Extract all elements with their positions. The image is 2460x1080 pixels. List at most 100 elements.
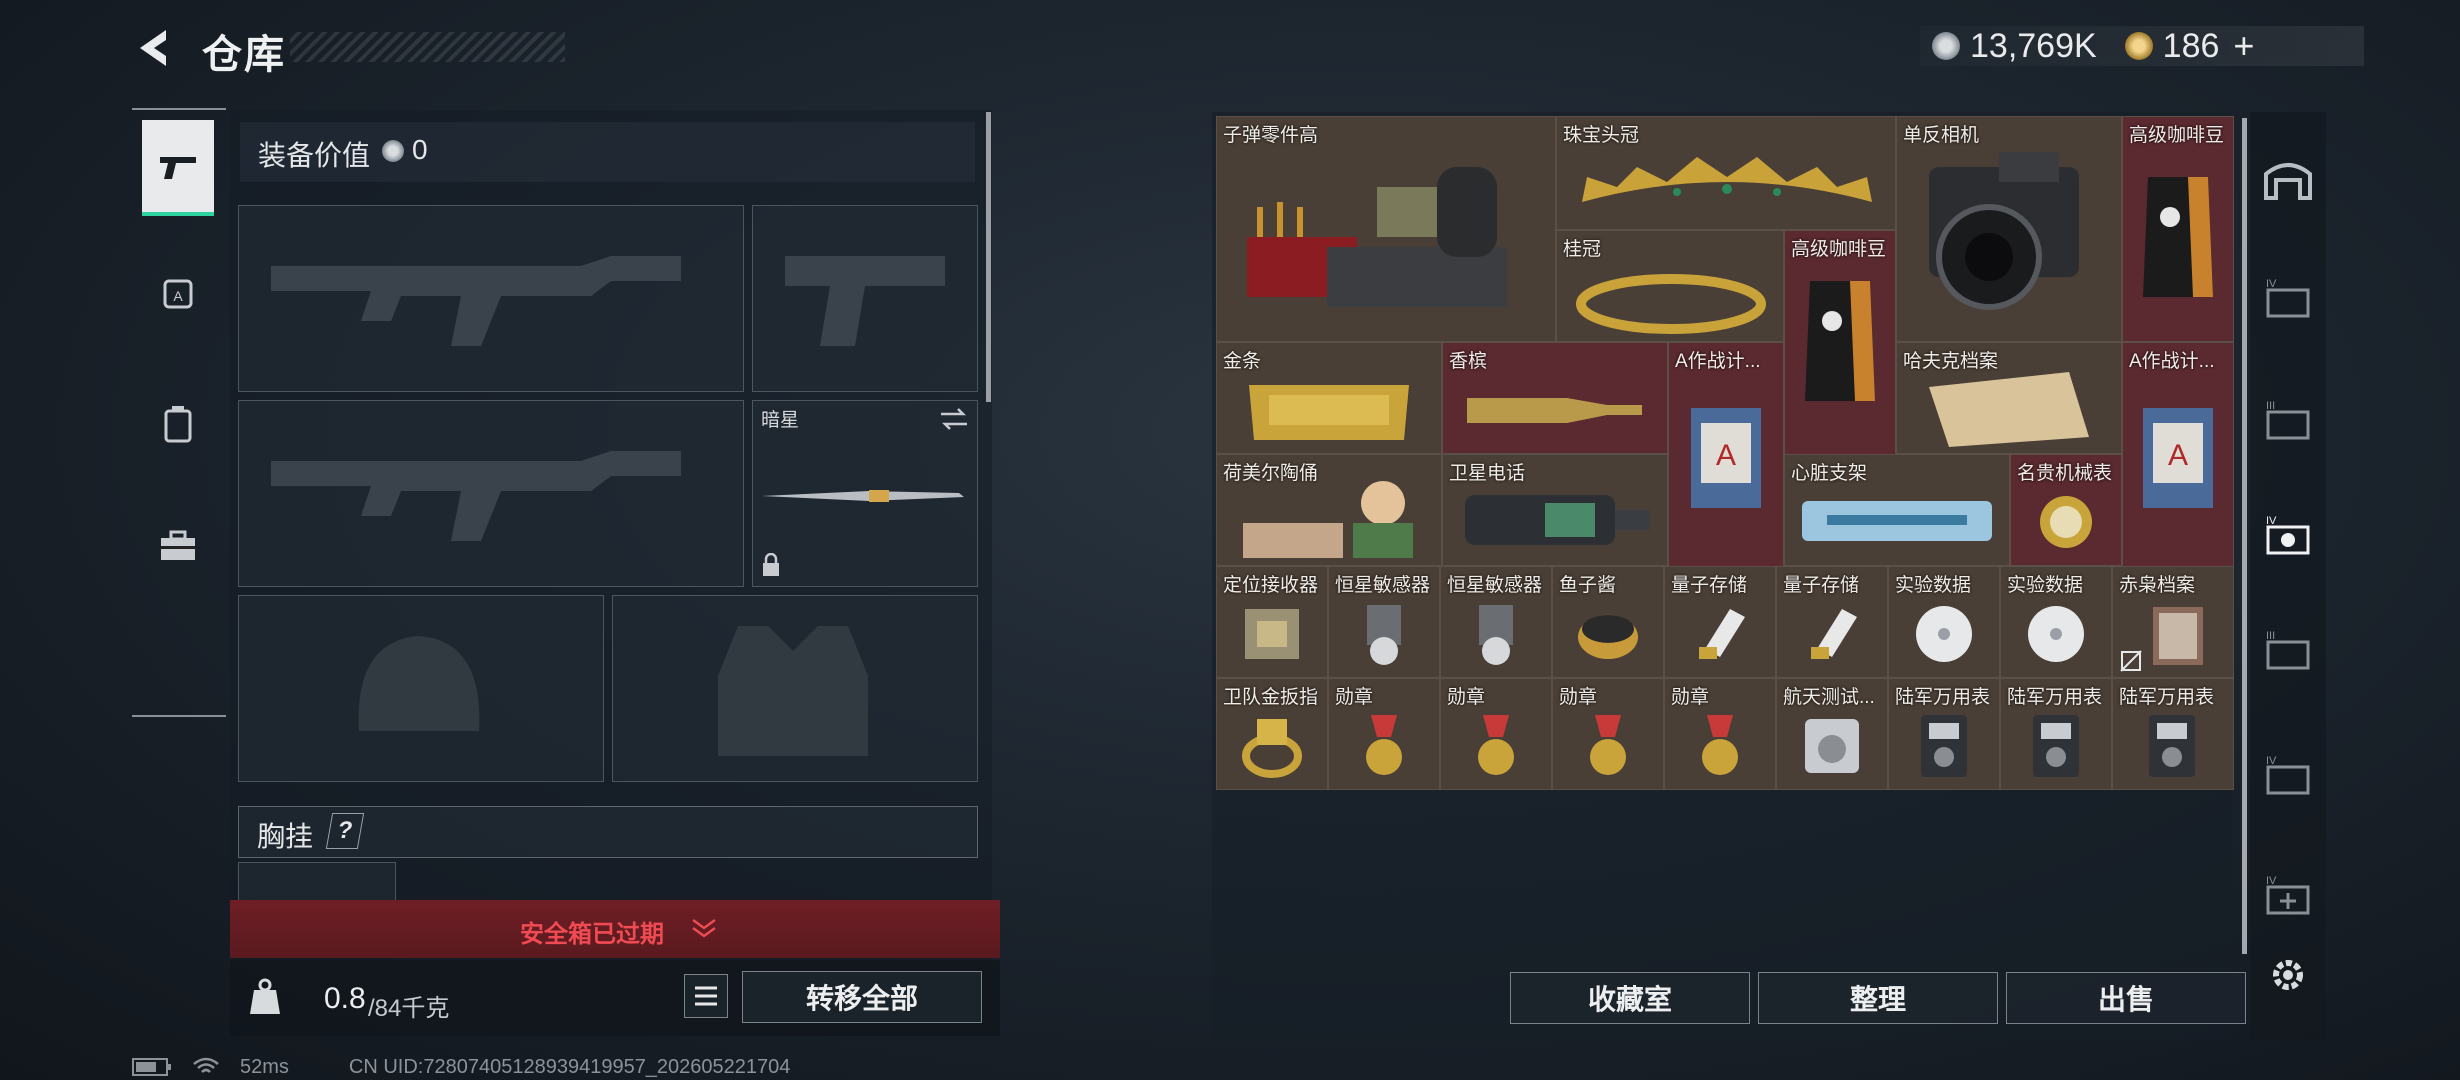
tab-stash-iii-2[interactable]: III — [2258, 620, 2318, 680]
item-jewel-crown[interactable]: 珠宝头冠 — [1556, 116, 1896, 230]
item-gps-receiver[interactable]: 定位接收器 — [1216, 566, 1328, 678]
chest-rig-slot[interactable]: 胸挂 ? — [238, 806, 978, 858]
item-plan-a[interactable]: A作战计... A — [1668, 342, 1784, 568]
tab-all-stash[interactable] — [2258, 150, 2318, 210]
item-aerospace-test[interactable]: 航天测试... — [1776, 678, 1888, 790]
item-luxury-watch[interactable]: 名贵机械表 — [2010, 454, 2122, 566]
crown-icon — [1582, 157, 1872, 202]
item-experiment-data-2[interactable]: 实验数据 — [2000, 566, 2112, 678]
helmet-silhouette-icon — [358, 636, 480, 731]
item-army-multimeter-3[interactable]: 陆军万用表 — [2112, 678, 2234, 790]
tab-toolbox[interactable] — [142, 500, 214, 592]
tab-backpack[interactable] — [142, 378, 214, 470]
tab-stash-iv-active[interactable]: IV — [2258, 505, 2318, 565]
svg-text:IV: IV — [2266, 278, 2277, 290]
equipment-sidebar: A — [132, 108, 226, 717]
item-medal-3[interactable]: 勋章 — [1552, 678, 1664, 790]
item-medal[interactable]: 勋章 — [1328, 678, 1440, 790]
add-storage-icon: IV — [2266, 875, 2310, 915]
item-plan-a-2[interactable]: A作战计... A — [2122, 342, 2234, 568]
swap-icon[interactable] — [939, 407, 969, 431]
storage-iii-icon: III — [2266, 630, 2310, 670]
item-star-sensor-2[interactable]: 恒星敏感器 — [1440, 566, 1552, 678]
knife-icon — [761, 490, 964, 502]
tab-add-stash[interactable]: IV — [2258, 865, 2318, 925]
melee-name: 暗星 — [761, 410, 800, 431]
equipment-scrollbar[interactable] — [986, 112, 991, 402]
item-haavk-files[interactable]: 哈夫克档案 — [1896, 342, 2122, 454]
item-dslr-camera[interactable]: 单反相机 — [1896, 116, 2122, 342]
armor-slot[interactable] — [612, 595, 978, 782]
add-token-icon[interactable]: + — [2233, 25, 2254, 67]
chest-rig-sub-slot[interactable] — [238, 862, 396, 904]
item-premium-coffee[interactable]: 高级咖啡豆 — [2122, 116, 2234, 342]
secondary-weapon-slot[interactable] — [238, 400, 744, 587]
back-arrow-icon[interactable] — [132, 26, 176, 70]
token-amount: 186 — [2162, 26, 2220, 65]
help-icon[interactable]: ? — [325, 813, 365, 849]
organize-button[interactable]: 整理 — [1758, 972, 1998, 1024]
item-satellite-phone[interactable]: 卫星电话 — [1442, 454, 1668, 566]
sell-button[interactable]: 出售 — [2006, 972, 2246, 1024]
item-quantum-storage[interactable]: 量子存储 — [1664, 566, 1776, 678]
item-experiment-data[interactable]: 实验数据 — [1888, 566, 2000, 678]
item-medal-4[interactable]: 勋章 — [1664, 678, 1776, 790]
storage-iv-icon: IV — [2266, 755, 2310, 795]
list-view-button[interactable] — [684, 974, 728, 1018]
tab-stash-iii-1[interactable]: III — [2258, 390, 2318, 450]
equipment-value: 0 — [412, 134, 428, 165]
item-guard-gold-ring[interactable]: 卫队金扳指 — [1216, 678, 1328, 790]
token-icon — [2124, 32, 2153, 60]
document-icon: A — [1691, 408, 1761, 508]
safebox-expired-text: 安全箱已过期 — [520, 921, 664, 948]
item-star-sensor[interactable]: 恒星敏感器 — [1328, 566, 1440, 678]
document-icon: A — [2143, 408, 2213, 508]
item-caviar[interactable]: 鱼子酱 — [1552, 566, 1664, 678]
item-heart-stent[interactable]: 心脏支架 — [1784, 454, 2010, 566]
item-quantum-storage-2[interactable]: 量子存储 — [1776, 566, 1888, 678]
page-title: 仓库 — [202, 33, 286, 77]
pistol-icon — [160, 157, 196, 179]
item-bullet-parts[interactable]: 子弹零件高 — [1216, 116, 1556, 342]
transfer-all-button[interactable]: 转移全部 — [742, 971, 982, 1023]
vest-icon: A — [163, 279, 193, 309]
melee-slot[interactable]: 暗星 — [752, 400, 978, 587]
rifle-silhouette-icon — [271, 256, 681, 346]
svg-text:IV: IV — [2266, 875, 2277, 887]
list-icon — [695, 986, 717, 1006]
helmet-slot[interactable] — [238, 595, 604, 782]
ring-icon — [1242, 719, 1302, 778]
item-red-owl-files[interactable]: 赤枭档案 — [2112, 566, 2234, 678]
folder-icon — [1929, 372, 2089, 447]
item-army-multimeter-2[interactable]: 陆军万用表 — [2000, 678, 2112, 790]
item-laurel-wreath[interactable]: 桂冠 — [1556, 230, 1784, 342]
stash-grid: 子弹零件高 珠宝头冠 单反相机 高级咖啡豆 桂冠 高级咖啡豆 金条 香槟 A作战… — [1216, 116, 2234, 794]
stent-icon — [1802, 501, 1992, 541]
toolbox-icon — [161, 530, 195, 560]
tab-stash-iv-1[interactable]: IV — [2258, 268, 2318, 328]
ammo-crate-icon — [1247, 167, 1507, 307]
item-army-multimeter[interactable]: 陆军万用表 — [1888, 678, 2000, 790]
multimeter-icon — [1921, 715, 1967, 777]
stash-scrollbar[interactable] — [2242, 118, 2247, 954]
user-uid: CN UID:7280740512893941995​7_20260522170… — [348, 1055, 791, 1078]
settings-button[interactable] — [2258, 945, 2318, 1005]
svg-text:III: III — [2266, 630, 2275, 642]
pistol-slot[interactable] — [752, 205, 978, 392]
item-gold-bar[interactable]: 金条 — [1216, 342, 1442, 454]
tab-helmet-armor[interactable]: A — [142, 248, 214, 340]
medal-icon — [1478, 715, 1514, 775]
primary-weapon-slot[interactable] — [238, 205, 744, 392]
item-champagne[interactable]: 香槟 — [1442, 342, 1668, 454]
equipment-value-label: 装备价值 — [258, 140, 371, 171]
champagne-icon — [1467, 398, 1642, 423]
item-medal-2[interactable]: 勋章 — [1440, 678, 1552, 790]
collection-room-button[interactable]: 收藏室 — [1510, 972, 1750, 1024]
backpack-icon — [164, 406, 192, 443]
tab-weapons[interactable] — [142, 120, 214, 216]
safebox-expired-banner[interactable]: 安全箱已过期 — [230, 900, 1000, 958]
tab-stash-iv-2[interactable]: IV — [2258, 745, 2318, 805]
item-premium-coffee-2[interactable]: 高级咖啡豆 — [1784, 230, 1896, 456]
pistol-silhouette-icon — [785, 256, 945, 346]
item-hummel-figurine[interactable]: 荷美尔陶俑 — [1216, 454, 1442, 566]
